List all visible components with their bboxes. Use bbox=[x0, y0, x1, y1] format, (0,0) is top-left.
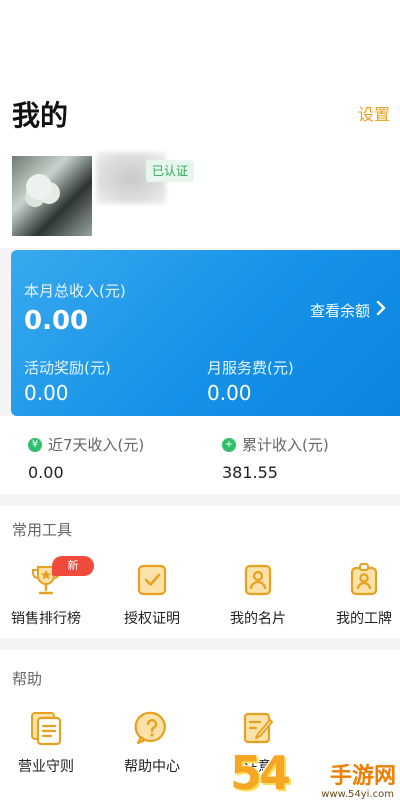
section-title: 帮助 bbox=[12, 670, 43, 688]
tool-label: 帮助中心 bbox=[124, 759, 180, 775]
business-card-icon bbox=[240, 562, 276, 598]
last7-income-label: 近7天收入(元) bbox=[48, 436, 145, 454]
month-income-label: 本月总收入(元) bbox=[24, 282, 126, 300]
page-title: 我的 bbox=[12, 99, 69, 132]
help-business-rules[interactable]: 营业守则 bbox=[0, 710, 96, 776]
common-tools-section: 常用工具 销售排行榜 新 授权证明 我的名片 我的工牌 bbox=[0, 506, 400, 638]
profile-section[interactable]: 已认证 bbox=[0, 148, 400, 248]
view-balance-label: 查看余额 bbox=[309, 302, 370, 320]
activity-bonus-value: 0.00 bbox=[24, 381, 69, 405]
income-stats: ¥ 近7天收入(元) 0.00 + 累计收入(元) 381.55 bbox=[0, 416, 400, 494]
badge-icon bbox=[346, 562, 382, 598]
last7-income-value: 0.00 bbox=[28, 463, 64, 482]
certificate-icon bbox=[134, 562, 170, 598]
site-watermark: 54 手游网 www.54yi.com bbox=[230, 732, 400, 800]
activity-bonus-label: 活动奖励(元) bbox=[24, 359, 111, 377]
yen-icon: ¥ bbox=[28, 437, 42, 452]
rules-document-icon bbox=[28, 710, 64, 746]
total-income-label: 累计收入(元) bbox=[242, 436, 329, 454]
income-card: 本月总收入(元) 0.00 查看余额 活动奖励(元) 0.00 月服务费(元) … bbox=[11, 250, 400, 416]
tool-label: 销售排行榜 bbox=[11, 611, 81, 627]
tool-label: 我的名片 bbox=[230, 611, 286, 627]
tool-authorization-proof[interactable]: 授权证明 bbox=[102, 562, 202, 628]
settings-link[interactable]: 设置 bbox=[358, 101, 390, 125]
total-income-value: 381.55 bbox=[222, 463, 278, 482]
avatar[interactable] bbox=[12, 156, 92, 236]
chevron-right-icon bbox=[376, 300, 386, 321]
tool-my-work-badge[interactable]: 我的工牌 bbox=[314, 562, 400, 628]
watermark-number: 54 bbox=[230, 746, 291, 800]
month-income-value: 0.00 bbox=[24, 306, 89, 336]
view-balance-link[interactable]: 查看余额 bbox=[310, 300, 386, 321]
tool-label: 我的工牌 bbox=[336, 611, 392, 627]
tool-label: 授权证明 bbox=[124, 611, 180, 627]
service-fee-value: 0.00 bbox=[207, 381, 252, 405]
plus-icon: + bbox=[222, 437, 236, 452]
tool-label: 营业守则 bbox=[18, 759, 74, 775]
verified-badge: 已认证 bbox=[146, 160, 195, 182]
service-fee-label: 月服务费(元) bbox=[207, 359, 294, 377]
watermark-site-text: 手游网 bbox=[329, 764, 396, 789]
header: 我的 设置 bbox=[0, 0, 400, 148]
tool-my-business-card[interactable]: 我的名片 bbox=[208, 562, 308, 628]
help-center-icon bbox=[134, 710, 170, 746]
help-help-center[interactable]: 帮助中心 bbox=[102, 710, 202, 776]
new-badge: 新 bbox=[52, 556, 94, 576]
total-income[interactable]: + 累计收入(元) 381.55 bbox=[222, 434, 329, 482]
watermark-url: www.54yi.com bbox=[321, 789, 394, 800]
section-title: 常用工具 bbox=[12, 521, 73, 539]
last7-income[interactable]: ¥ 近7天收入(元) 0.00 bbox=[28, 434, 144, 482]
